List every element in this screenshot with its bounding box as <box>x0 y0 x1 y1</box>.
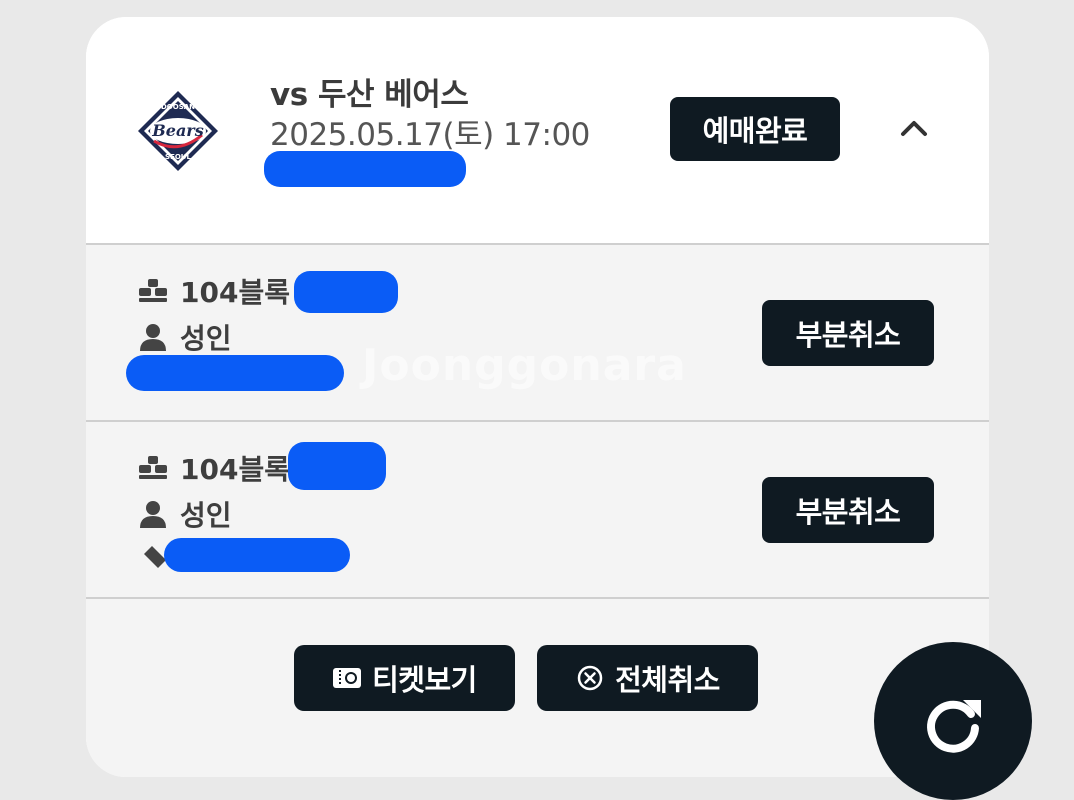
bears-logo: DOOSAN Bears SEOUL <box>138 91 218 171</box>
ticket-row: 104블록 1 성인 부분취소 <box>86 243 989 420</box>
reservation-header[interactable]: DOOSAN Bears SEOUL vs 두산 베어스 2025.05.17(… <box>86 17 989 244</box>
ticket-view-icon <box>332 663 362 693</box>
refresh-button[interactable] <box>874 642 1032 800</box>
person-icon <box>138 499 168 529</box>
ticket-row: 104블록 1 성인 부분취소 <box>86 420 989 597</box>
circle-x-icon <box>575 663 605 693</box>
person-icon <box>138 322 168 352</box>
seat-icon <box>138 276 168 306</box>
ticket-type-info: 성인 <box>138 494 232 534</box>
logo-bottom-text: SEOUL <box>165 153 191 161</box>
redacted-seat-number <box>288 442 386 490</box>
collapse-toggle[interactable] <box>896 113 932 143</box>
partial-cancel-button[interactable]: 부분취소 <box>762 477 934 543</box>
game-datetime: 2025.05.17(토) 17:00 <box>270 117 590 153</box>
ticket-type-info: 성인 <box>138 317 232 357</box>
redacted-ticket-number <box>164 538 350 572</box>
action-bar: 티켓보기 전체취소 <box>86 597 989 777</box>
redacted-ticket-number <box>126 355 344 391</box>
refresh-icon <box>927 700 981 753</box>
partial-cancel-button[interactable]: 부분취소 <box>762 300 934 366</box>
ticket-type: 성인 <box>180 322 232 355</box>
reservation-card: DOOSAN Bears SEOUL vs 두산 베어스 2025.05.17(… <box>86 17 989 777</box>
opponent-title: vs 두산 베어스 <box>270 77 469 113</box>
logo-main-text: Bears <box>151 121 204 140</box>
redacted-seat-number <box>294 271 398 313</box>
view-tickets-label: 티켓보기 <box>372 663 477 697</box>
view-tickets-button[interactable]: 티켓보기 <box>294 645 515 711</box>
reservation-status-badge: 예매완료 <box>670 97 840 161</box>
chevron-up-icon <box>901 121 927 136</box>
redacted-info <box>264 151 466 187</box>
cancel-all-label: 전체취소 <box>615 663 720 697</box>
seat-info: 104블록 1 <box>138 271 319 311</box>
ticket-type: 성인 <box>180 499 232 532</box>
logo-top-text: DOOSAN <box>161 103 195 111</box>
cancel-all-button[interactable]: 전체취소 <box>537 645 758 711</box>
seat-icon <box>138 453 168 483</box>
